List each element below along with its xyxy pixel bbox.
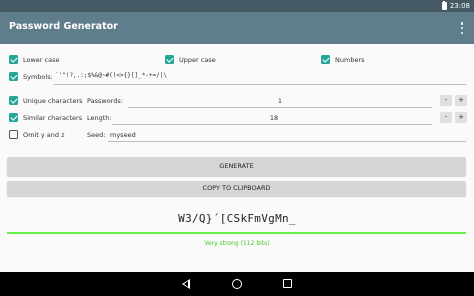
seed-input[interactable]: myseed [110,131,136,139]
checkbox-checked-icon [165,55,174,64]
numbers-label: Numbers [335,55,365,64]
length-input[interactable]: 18 [122,114,426,122]
lower-case-label: Lower case [23,55,60,64]
passwords-label: Passwords: [87,97,123,105]
checkbox-checked-icon [9,72,18,81]
app-title: Password Generator [9,21,118,32]
passwords-count-input[interactable]: 1 [128,97,432,105]
passwords-increment-button[interactable]: + [455,95,467,106]
similar-characters-label: Similar characters [23,113,83,122]
upper-case-checkbox[interactable]: Upper case [165,55,216,64]
numbers-checkbox[interactable]: Numbers [321,55,365,64]
navigation-bar [0,272,474,296]
omit-y-and-z-label: Omit y and z [23,130,65,139]
seed-label: Seed: [87,131,106,139]
checkbox-unchecked-icon [9,130,18,139]
checkbox-checked-icon [9,113,18,122]
unique-characters-checkbox[interactable]: Unique characters [9,96,83,105]
battery-icon [441,0,447,10]
status-bar-right: 23:08 [441,0,470,12]
unique-characters-label: Unique characters [23,96,83,105]
status-bar: 23:08 [0,0,474,12]
recent-apps-icon[interactable] [283,279,292,288]
seed-input-underline [108,141,466,142]
strength-label: Very strong (112 bits) [204,240,270,247]
home-icon[interactable] [232,279,242,289]
passwords-decrement-button[interactable]: - [440,95,452,106]
omit-y-and-z-checkbox[interactable]: Omit y and z [9,130,65,139]
lower-case-checkbox[interactable]: Lower case [9,55,59,64]
symbols-label: Symbols: [23,72,53,81]
status-time: 23:08 [449,2,470,10]
generated-password[interactable]: W3/Q}´[CSkFmVgMn_ [0,212,474,225]
symbols-input[interactable]: `'"!?,.:;$%&@~#()<>{}[]_*-+=/|\ [55,72,167,79]
back-icon[interactable] [182,279,190,289]
symbols-input-underline [54,84,466,85]
checkbox-checked-icon [9,55,18,64]
symbols-checkbox[interactable]: Symbols: [9,72,53,81]
generate-button[interactable]: GENERATE [7,157,466,176]
passwords-input-underline [128,107,432,108]
length-decrement-button[interactable]: - [440,112,452,123]
strength-bar [7,232,466,234]
length-increment-button[interactable]: + [455,112,467,123]
checkbox-checked-icon [321,55,330,64]
upper-case-label: Upper case [179,55,216,64]
similar-characters-checkbox[interactable]: Similar characters [9,113,82,122]
length-input-underline [112,124,432,125]
app-bar: Password Generator [0,12,474,44]
length-label: Length: [87,114,112,122]
checkbox-checked-icon [9,96,18,105]
copy-to-clipboard-button[interactable]: COPY TO CLIPBOARD [7,181,466,196]
overflow-menu-icon[interactable] [460,22,464,34]
